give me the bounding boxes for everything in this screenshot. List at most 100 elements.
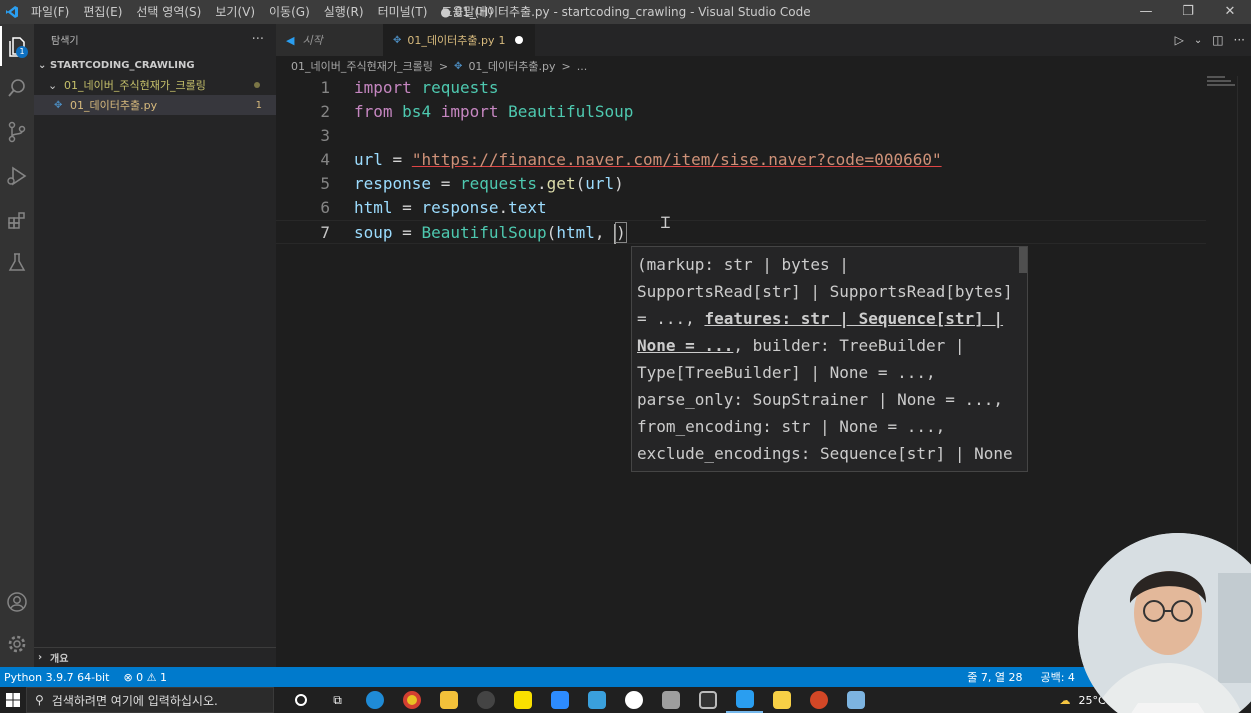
outline-section[interactable]: › 개요: [34, 647, 276, 667]
breadcrumb-file[interactable]: 01_데이터추출.py: [468, 58, 555, 74]
cortana-icon[interactable]: [282, 687, 319, 713]
python-interpreter[interactable]: Python 3.9.7 64-bit: [4, 671, 109, 684]
sticky-notes-icon[interactable]: [763, 687, 800, 713]
line-number: 7: [320, 223, 330, 242]
weather-icon: ☁: [1059, 693, 1071, 707]
task-view-icon[interactable]: ⧉: [319, 687, 356, 713]
kakaotalk-icon[interactable]: [504, 687, 541, 713]
tree-folder[interactable]: ⌄ 01_네이버_주식현재가_크롤링: [34, 75, 276, 95]
search-icon[interactable]: [0, 68, 34, 108]
menu-file[interactable]: 파일(F): [24, 0, 76, 24]
chrome-icon[interactable]: [393, 687, 430, 713]
token-variable: soup: [354, 223, 393, 242]
app-icon[interactable]: [689, 687, 726, 713]
unsaved-dot-icon[interactable]: [515, 36, 524, 44]
menu-edit[interactable]: 편집(E): [76, 0, 129, 24]
run-debug-icon[interactable]: [0, 156, 34, 196]
run-icon[interactable]: ▷: [1175, 33, 1184, 47]
explorer-icon[interactable]: 1: [0, 26, 34, 66]
menu-run[interactable]: 실행(R): [317, 0, 371, 24]
token-keyword: import: [440, 102, 499, 121]
code-line: 1 import requests: [276, 76, 1206, 100]
code-line: 2 from bs4 import BeautifulSoup: [276, 100, 1206, 124]
folder-label: 01_네이버_주식현재가_크롤링: [64, 79, 206, 92]
minimize-icon[interactable]: —: [1125, 0, 1167, 24]
code-text: url = "https://finance.naver.com/item/si…: [354, 148, 942, 172]
signature-line: exclude_encodings: Sequence[str] | None: [637, 444, 1013, 463]
token-keyword: from: [354, 102, 393, 121]
editor-tabs: ◀ 시작 ✥ 01_데이터추출.py 1 ▷ ⌄ ◫ ···: [276, 24, 1251, 56]
windows-start-icon[interactable]: [0, 687, 26, 713]
workspace-name: STARTCODING_CRAWLING: [50, 59, 195, 71]
testing-icon[interactable]: [0, 242, 34, 282]
token-variable: response: [421, 198, 499, 217]
menu-bar: 파일(F) 편집(E) 선택 영역(S) 보기(V) 이동(G) 실행(R) 터…: [24, 0, 500, 24]
account-icon[interactable]: [0, 582, 34, 622]
signature-line: (markup: str | bytes |: [637, 255, 849, 274]
powerpoint-icon[interactable]: [800, 687, 837, 713]
token-attribute: text: [508, 198, 547, 217]
window-controls: — ❐ ✕: [1125, 0, 1251, 24]
maps-icon[interactable]: [615, 687, 652, 713]
signature-line: parse_only: SoupStrainer | None = ...,: [637, 390, 1004, 409]
zoom-icon[interactable]: [541, 687, 578, 713]
breadcrumb-separator: >: [561, 59, 571, 73]
vscode-logo-icon: ◀: [286, 33, 295, 47]
more-actions-icon[interactable]: ···: [252, 32, 264, 47]
signature-help-popup: (markup: str | bytes | SupportsRead[str]…: [631, 246, 1028, 472]
database-icon[interactable]: [652, 687, 689, 713]
problems-indicator[interactable]: ⊗ 0 ⚠ 1: [123, 671, 167, 684]
error-count: ⊗ 0: [123, 670, 144, 684]
title-bar: 파일(F) 편집(E) 선택 영역(S) 보기(V) 이동(G) 실행(R) 터…: [0, 0, 1251, 24]
signature-line: from_encoding: str | None = ...,: [637, 417, 946, 436]
more-actions-icon[interactable]: ···: [1234, 33, 1245, 47]
minimap[interactable]: [1207, 76, 1237, 106]
file-problem-count: 1: [255, 99, 262, 111]
indentation[interactable]: 공백: 4: [1040, 669, 1074, 685]
menu-terminal[interactable]: 터미널(T): [371, 0, 435, 24]
breadcrumb-symbol[interactable]: ...: [577, 60, 588, 73]
chevron-down-icon: ⌄: [48, 78, 58, 92]
popup-scrollbar[interactable]: [1019, 247, 1027, 273]
chevron-down-icon[interactable]: ⌄: [1194, 35, 1202, 46]
file-explorer-icon[interactable]: [430, 687, 467, 713]
source-control-icon[interactable]: [0, 112, 34, 152]
token-module: requests: [421, 78, 499, 97]
menu-selection[interactable]: 선택 영역(S): [129, 0, 208, 24]
workspace-section[interactable]: ⌄ STARTCODING_CRAWLING: [34, 55, 276, 75]
obs-icon[interactable]: [467, 687, 504, 713]
app-icon[interactable]: [837, 687, 874, 713]
settings-gear-icon[interactable]: [0, 624, 34, 664]
menu-go[interactable]: 이동(G): [262, 0, 317, 24]
menu-view[interactable]: 보기(V): [208, 0, 262, 24]
remote-desktop-icon[interactable]: [578, 687, 615, 713]
line-number: 2: [320, 102, 330, 121]
edge-icon[interactable]: [356, 687, 393, 713]
code-text: response = requests.get(url): [354, 174, 624, 193]
chevron-down-icon: ⌄: [38, 59, 47, 71]
split-editor-icon[interactable]: ◫: [1212, 33, 1223, 47]
url-string[interactable]: "https://finance.naver.com/item/sise.nav…: [412, 150, 942, 169]
tab-data-extract[interactable]: ✥ 01_데이터추출.py 1: [383, 24, 535, 56]
menu-help[interactable]: 도움말(H): [434, 0, 500, 24]
vscode-taskbar-icon[interactable]: [726, 687, 763, 713]
close-icon[interactable]: ✕: [1209, 0, 1251, 24]
explorer-title: 탐색기: [51, 35, 79, 47]
search-placeholder: 검색하려면 여기에 입력하십시오.: [51, 693, 218, 708]
activity-bar: 1: [0, 24, 34, 667]
cursor-position[interactable]: 줄 7, 열 28: [967, 669, 1022, 685]
breadcrumb-folder[interactable]: 01_네이버_주식현재가_크롤링: [291, 58, 433, 74]
windows-taskbar: ⚲ 검색하려면 여기에 입력하십시오. ⧉ ☁ 25°C 부분적으로 맑음 ⌃ …: [0, 687, 1251, 713]
token-operator: =: [431, 174, 460, 193]
token-variable: response: [354, 174, 432, 193]
mouse-ibeam-icon: Ɪ: [661, 213, 670, 232]
token-function: get: [546, 174, 576, 193]
token-variable: html: [354, 198, 393, 217]
extensions-icon[interactable]: [0, 200, 34, 240]
restore-icon[interactable]: ❐: [1167, 0, 1209, 24]
tree-file[interactable]: ✥ 01_데이터추출.py 1: [34, 95, 276, 115]
taskbar-search[interactable]: ⚲ 검색하려면 여기에 입력하십시오.: [26, 687, 274, 713]
vscode-logo-icon: [0, 0, 24, 24]
tab-welcome[interactable]: ◀ 시작: [276, 24, 383, 56]
token-operator: =: [392, 198, 422, 217]
